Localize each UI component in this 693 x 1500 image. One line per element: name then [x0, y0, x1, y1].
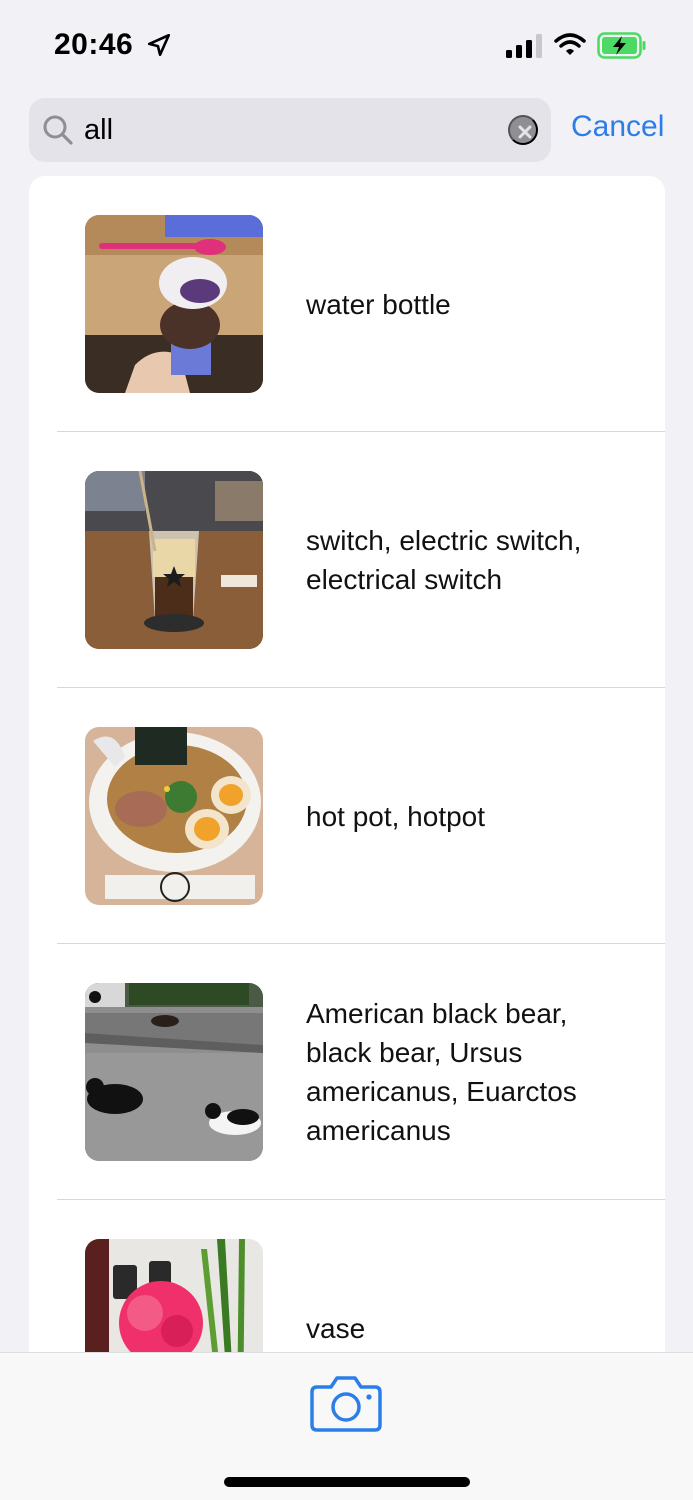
status-time: 20:46: [54, 28, 134, 61]
camera-button[interactable]: [309, 1373, 383, 1433]
result-label: American black bear, black bear, Ursus a…: [306, 998, 577, 1146]
search-input[interactable]: [84, 108, 494, 152]
result-label: water bottle: [306, 288, 451, 320]
location-arrow-icon: [147, 33, 171, 57]
clear-search-button[interactable]: [508, 115, 538, 145]
ice-cream-cone-photo: [85, 215, 263, 393]
result-label: vase: [306, 1312, 366, 1344]
cancel-button[interactable]: Cancel: [571, 110, 664, 144]
wifi-icon: [554, 33, 586, 55]
search-bar[interactable]: [29, 98, 551, 162]
iced-drink-photo: [85, 471, 263, 649]
status-bar: 20:46: [0, 0, 693, 92]
clear-x-icon: [518, 125, 532, 139]
ramen-bowl-photo: [85, 727, 263, 905]
battery-charging-icon: [597, 32, 646, 59]
cellular-signal-icon: [506, 34, 542, 58]
result-row[interactable]: hot pot, hotpot: [29, 688, 665, 944]
result-row[interactable]: American black bear, black bear, Ursus a…: [29, 944, 665, 1200]
result-row[interactable]: vase: [29, 1200, 665, 1352]
result-label: switch, electric switch, electrical swit…: [306, 525, 582, 595]
result-label: hot pot, hotpot: [306, 800, 486, 832]
bottom-toolbar: [0, 1352, 693, 1500]
camera-icon: [310, 1376, 382, 1432]
results-list[interactable]: water bottle switch, electric switch, el…: [29, 176, 665, 1352]
result-row[interactable]: switch, electric switch, electrical swit…: [29, 432, 665, 688]
result-row[interactable]: water bottle: [29, 176, 665, 432]
home-indicator: [224, 1477, 470, 1487]
search-icon: [43, 115, 73, 145]
cats-on-pavement-photo: [85, 983, 263, 1161]
pink-flower-photo: [85, 1239, 263, 1352]
